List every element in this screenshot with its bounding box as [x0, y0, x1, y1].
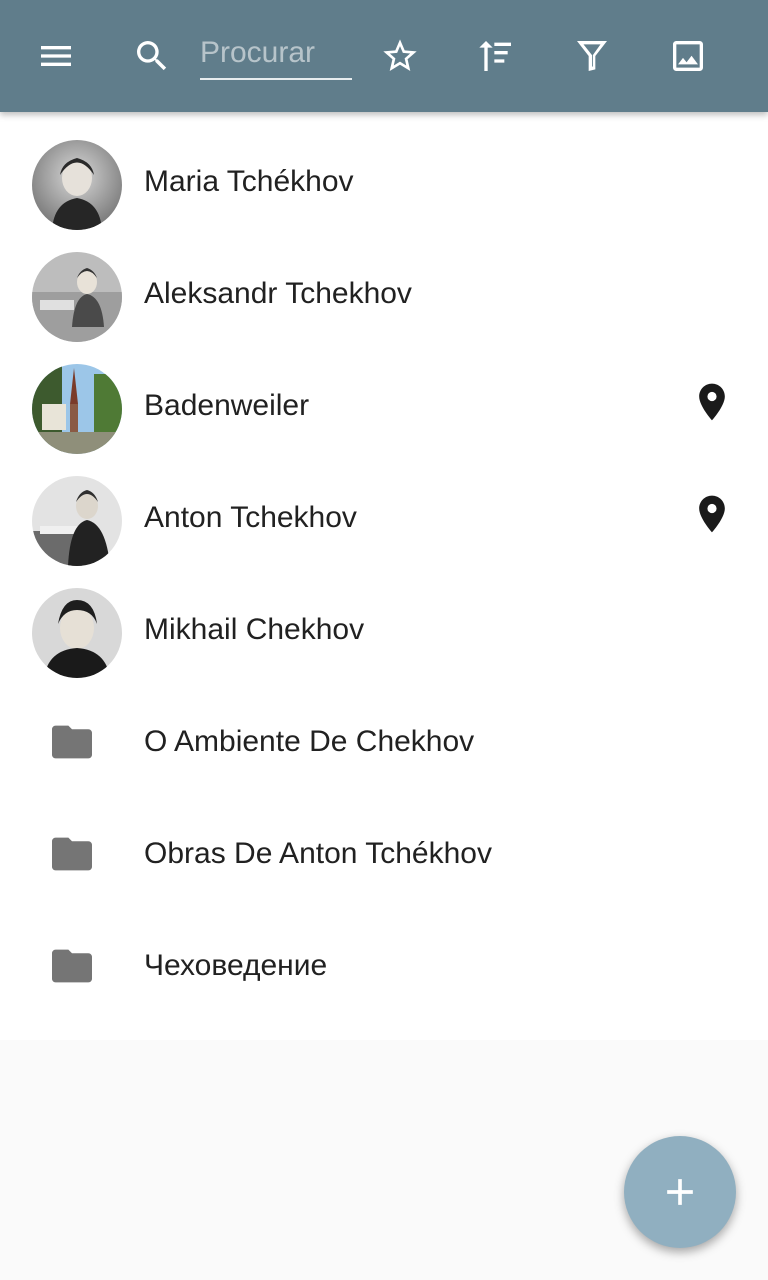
location-pin-icon[interactable] — [690, 380, 734, 424]
town-photo-avatar — [32, 364, 122, 454]
list-item-label: Anton Tchekhov — [144, 501, 357, 534]
folder-icon — [50, 722, 94, 762]
list-item-label: Чеховедение — [144, 949, 328, 982]
portrait-avatar — [32, 476, 122, 566]
list-item-label: Maria Tchékhov — [144, 165, 354, 198]
list-item[interactable]: Mikhail Chekhov — [0, 560, 768, 678]
portrait-avatar — [32, 588, 122, 678]
list-item-label: Badenweiler — [144, 389, 310, 422]
list-item-label: O Ambiente De Chekhov — [144, 725, 475, 758]
list-item-label: Obras De Anton Tchékhov — [144, 837, 492, 870]
list-item-label: Mikhail Chekhov — [144, 613, 365, 646]
search-icon[interactable] — [128, 32, 176, 80]
folder-icon — [50, 834, 94, 874]
app-toolbar — [0, 0, 768, 112]
list-item[interactable]: Obras De Anton Tchékhov — [0, 784, 768, 896]
portrait-avatar — [32, 140, 122, 230]
star-outline-icon[interactable] — [376, 32, 424, 80]
list-item[interactable]: Anton Tchekhov — [0, 448, 768, 566]
list-item[interactable]: O Ambiente De Chekhov — [0, 672, 768, 784]
list-item[interactable]: Чеховедение — [0, 896, 768, 1008]
portrait-avatar — [32, 252, 122, 342]
list-item-label: Aleksandr Tchekhov — [144, 277, 412, 310]
menu-icon[interactable] — [32, 32, 80, 80]
list-item[interactable]: Aleksandr Tchekhov — [0, 224, 768, 342]
filter-icon[interactable] — [568, 32, 616, 80]
sort-icon[interactable] — [472, 32, 520, 80]
folder-icon — [50, 946, 94, 986]
image-icon[interactable] — [664, 32, 712, 80]
add-button[interactable] — [624, 1136, 736, 1248]
search-input[interactable] — [200, 28, 352, 80]
plus-icon — [667, 1179, 693, 1205]
list-item[interactable]: Badenweiler — [0, 336, 768, 454]
entity-list: Maria Tchékhov Aleksandr Tchekhov Badenw… — [0, 112, 768, 1040]
list-item[interactable]: Maria Tchékhov — [0, 112, 768, 230]
location-pin-icon[interactable] — [690, 492, 734, 536]
